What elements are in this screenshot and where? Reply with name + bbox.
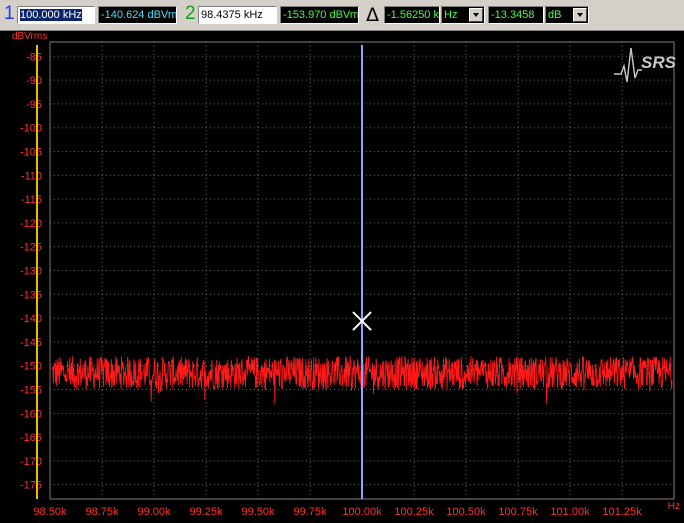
x-tick-label: 101.00k — [550, 506, 590, 518]
x-tick-label: 101.25k — [602, 506, 642, 518]
y-tick-label: -105 — [20, 146, 42, 158]
y-tick-label: -160 — [20, 408, 42, 420]
y-tick-label: -165 — [20, 432, 42, 444]
logo-waveform — [614, 47, 642, 83]
marker1-label: 1 — [4, 3, 15, 24]
y-tick-label: -85 — [26, 51, 42, 63]
srs-logo: SRS — [614, 47, 677, 83]
y-tick-label: -170 — [20, 456, 42, 468]
y-tick-label: -125 — [20, 242, 42, 254]
y-tick-label: -155 — [20, 385, 42, 397]
y-tick-label: -90 — [26, 75, 42, 87]
y-tick-label: -140 — [20, 313, 42, 325]
y-tick-label: -175 — [20, 480, 42, 492]
marker2-freq-field[interactable]: 98.4375 kHz — [198, 6, 277, 24]
delta-amp-unit-select[interactable]: dB — [545, 6, 589, 24]
x-tick-label: 98.75k — [85, 506, 119, 518]
x-tick-label: 100.00k — [342, 506, 382, 518]
delta-freq-unit-select[interactable]: Hz — [441, 6, 485, 24]
delta-symbol: Δ — [366, 4, 379, 26]
y-tick-label: -150 — [20, 361, 42, 373]
marker1-freq-value: 100.000 kHz — [20, 9, 82, 21]
y-tick-label: -135 — [20, 289, 42, 301]
marker1-amp-readout: -140.624 dBVrms — [98, 6, 177, 24]
y-tick-label: -95 — [26, 99, 42, 111]
y-tick-label: -110 — [21, 170, 42, 182]
chevron-down-icon[interactable] — [469, 8, 483, 22]
y-tick-label: -120 — [20, 218, 42, 230]
marker2-label: 2 — [185, 3, 196, 24]
x-tick-label: 99.75k — [293, 506, 327, 518]
delta-amp-readout: -13.3458 — [488, 6, 544, 24]
x-tick-label: 99.50k — [241, 506, 275, 518]
delta-freq-readout: -1.56250 k — [384, 6, 440, 24]
delta-amp-unit-value: dB — [548, 9, 562, 21]
y-tick-label: -100 — [20, 123, 42, 135]
marker-toolbar: 1 100.000 kHz -140.624 dBVrms 2 98.4375 … — [0, 0, 684, 31]
x-tick-label: 100.75k — [498, 506, 538, 518]
marker1-freq-field[interactable]: 100.000 kHz — [17, 6, 95, 24]
x-tick-label: 100.50k — [446, 506, 486, 518]
y-tick-label: -145 — [20, 337, 42, 349]
y-tick-label: -130 — [20, 266, 42, 278]
logo-text: SRS — [641, 53, 677, 72]
marker2-amp-readout: -153.970 dBVrms — [280, 6, 359, 24]
spectrum-plot[interactable]: -85 -90 -95 -100 -105 -110 -115 -120 -125 -130 -13… — [0, 31, 684, 523]
y-tick-label: -115 — [21, 194, 42, 206]
x-axis-label: Hz — [668, 501, 680, 512]
y-axis-label: dBVrms — [12, 31, 47, 42]
x-tick-label: 100.25k — [394, 506, 434, 518]
chevron-down-icon[interactable] — [573, 8, 587, 22]
delta-freq-unit-value: Hz — [444, 9, 458, 21]
x-tick-label: 99.00k — [137, 506, 171, 518]
x-tick-label: 99.25k — [189, 506, 223, 518]
x-tick-label: 98.50k — [33, 506, 67, 518]
